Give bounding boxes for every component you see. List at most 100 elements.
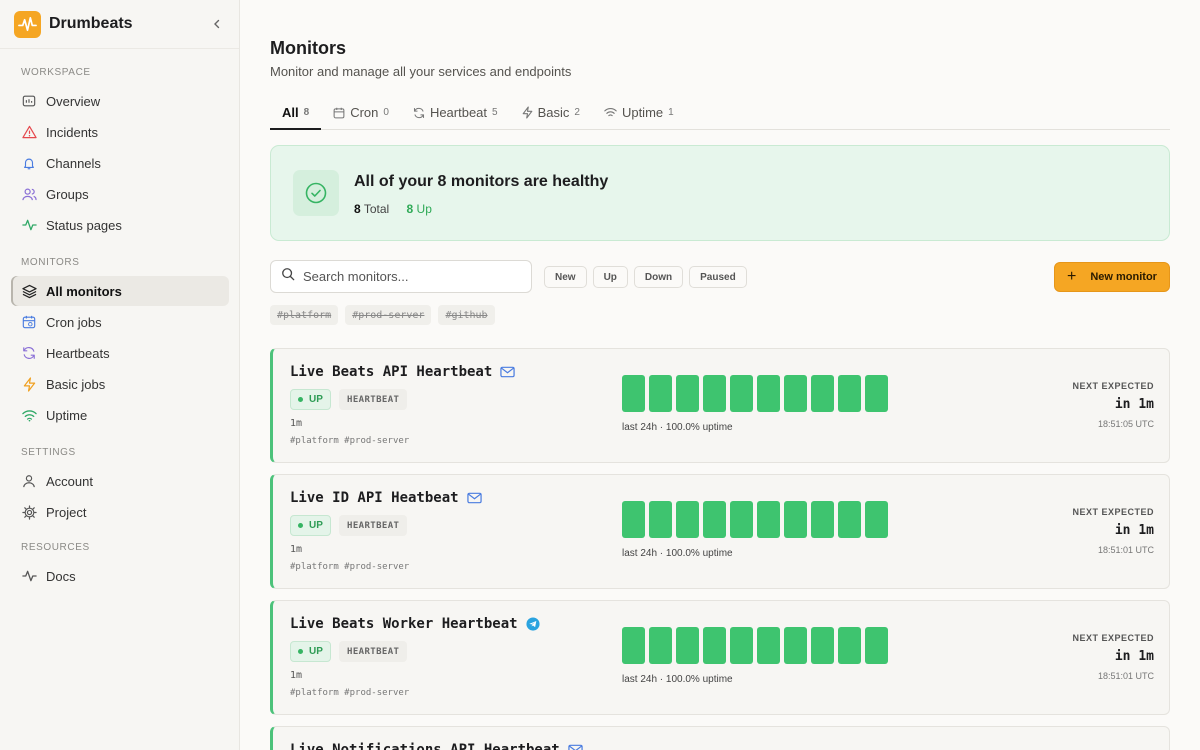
filter-down[interactable]: Down xyxy=(633,266,684,288)
uptime-bar[interactable] xyxy=(784,501,807,538)
new-monitor-button[interactable]: + New monitor xyxy=(1054,262,1170,292)
monitor-card[interactable]: Live Notifications API Heartbeat xyxy=(270,726,1170,750)
monitor-card[interactable]: Live ID API Heatbeat UP HEARTBEAT 1m #pl… xyxy=(270,474,1170,589)
uptime-bar[interactable] xyxy=(649,501,672,538)
monitor-card[interactable]: Live Beats Worker Heartbeat UP HEARTBEAT… xyxy=(270,600,1170,715)
sidebar-item-heartbeats[interactable]: Heartbeats xyxy=(11,338,229,368)
uptime-bar[interactable] xyxy=(649,627,672,664)
alert-triangle-icon xyxy=(21,124,37,140)
uptime-bar[interactable] xyxy=(784,375,807,412)
sidebar-item-account[interactable]: Account xyxy=(11,466,229,496)
next-expected-value: in 1m xyxy=(1114,523,1154,538)
layers-icon xyxy=(21,283,37,299)
sidebar-item-label: Incidents xyxy=(46,124,99,140)
sidebar-item-cron-jobs[interactable]: Cron jobs xyxy=(11,307,229,337)
sidebar-item-status-pages[interactable]: Status pages xyxy=(11,210,229,240)
uptime-bar[interactable] xyxy=(811,375,834,412)
uptime-bar[interactable] xyxy=(865,375,888,412)
calendar-icon xyxy=(21,314,37,330)
status-filters: New Up Down Paused xyxy=(544,266,747,288)
collapse-sidebar-icon[interactable] xyxy=(209,16,225,32)
search-input[interactable] xyxy=(303,269,503,284)
health-banner-title: All of your 8 monitors are healthy xyxy=(354,173,609,190)
uptime-bar[interactable] xyxy=(649,375,672,412)
mail-icon xyxy=(466,492,482,504)
filter-paused[interactable]: Paused xyxy=(689,266,747,288)
sidebar-item-label: Cron jobs xyxy=(46,314,102,330)
uptime-bar[interactable] xyxy=(703,501,726,538)
page-title: Monitors xyxy=(270,38,346,58)
tag-prod-server[interactable]: #prod-server xyxy=(345,305,432,325)
sidebar-item-docs[interactable]: Docs xyxy=(11,561,229,591)
sidebar-item-project[interactable]: Project xyxy=(11,497,229,527)
uptime-bar[interactable] xyxy=(730,501,753,538)
uptime-bar[interactable] xyxy=(622,375,645,412)
uptime-bar[interactable] xyxy=(703,627,726,664)
tab-basic[interactable]: Basic 2 xyxy=(510,96,592,129)
uptime-bar[interactable] xyxy=(757,501,780,538)
uptime-bar[interactable] xyxy=(703,375,726,412)
uptime-summary: last 24h · 100.0% uptime xyxy=(622,548,733,559)
activity-icon xyxy=(21,217,37,233)
monitor-tags: #platform #prod-server xyxy=(290,688,410,698)
sidebar-item-label: Heartbeats xyxy=(46,345,110,361)
uptime-bar[interactable] xyxy=(811,501,834,538)
tag-platform[interactable]: #platform xyxy=(270,305,339,325)
monitor-name: Live Beats Worker Heartbeat xyxy=(290,616,518,632)
tag-github[interactable]: #github xyxy=(438,305,495,325)
next-expected-value: in 1m xyxy=(1114,649,1154,664)
tab-count: 5 xyxy=(492,107,498,118)
tab-all[interactable]: All 8 xyxy=(270,96,322,130)
uptime-summary: last 24h · 100.0% uptime xyxy=(622,674,733,685)
uptime-bar[interactable] xyxy=(730,627,753,664)
sidebar-item-overview[interactable]: Overview xyxy=(11,86,229,116)
refresh-icon xyxy=(413,107,425,119)
sidebar-item-uptime[interactable]: Uptime xyxy=(11,400,229,430)
uptime-bar[interactable] xyxy=(784,627,807,664)
filter-new[interactable]: New xyxy=(544,266,587,288)
page-subtitle: Monitor and manage all your services and… xyxy=(270,64,572,79)
drumbeats-logo-icon[interactable] xyxy=(14,10,41,38)
sidebar-item-incidents[interactable]: Incidents xyxy=(11,117,229,147)
zap-icon xyxy=(21,376,37,392)
total-label: Total xyxy=(363,202,390,216)
filter-up[interactable]: Up xyxy=(592,266,628,288)
uptime-bar[interactable] xyxy=(838,501,861,538)
uptime-bar[interactable] xyxy=(865,627,888,664)
monitor-name-row: Live Notifications API Heartbeat xyxy=(290,742,583,750)
uptime-bar[interactable] xyxy=(838,375,861,412)
uptime-bar[interactable] xyxy=(676,375,699,412)
sidebar-item-basic-jobs[interactable]: Basic jobs xyxy=(11,369,229,399)
uptime-bars xyxy=(622,375,888,412)
sidebar-item-label: Docs xyxy=(46,568,76,584)
next-expected-label: NEXT EXPECTED xyxy=(1072,633,1154,643)
uptime-bar[interactable] xyxy=(676,501,699,538)
uptime-bar[interactable] xyxy=(838,627,861,664)
tab-count: 2 xyxy=(574,107,580,118)
tab-uptime[interactable]: Uptime 1 xyxy=(592,96,686,129)
uptime-bar[interactable] xyxy=(730,375,753,412)
tab-label: Cron xyxy=(350,105,379,120)
monitor-card[interactable]: Live Beats API Heartbeat UP HEARTBEAT 1m… xyxy=(270,348,1170,463)
monitor-name: Live Beats API Heartbeat xyxy=(290,364,493,380)
sidebar-item-label: Status pages xyxy=(46,217,122,233)
uptime-bar[interactable] xyxy=(865,501,888,538)
sidebar-item-groups[interactable]: Groups xyxy=(11,179,229,209)
uptime-bar[interactable] xyxy=(757,375,780,412)
uptime-bar[interactable] xyxy=(622,627,645,664)
sidebar-item-channels[interactable]: Channels xyxy=(11,148,229,178)
uptime-bar[interactable] xyxy=(622,501,645,538)
search-box[interactable] xyxy=(270,260,532,293)
tab-cron[interactable]: Cron 0 xyxy=(321,96,401,129)
tab-count: 0 xyxy=(383,107,389,118)
uptime-bar[interactable] xyxy=(811,627,834,664)
sidebar-item-all-monitors[interactable]: All monitors xyxy=(11,276,229,306)
uptime-bar[interactable] xyxy=(757,627,780,664)
monitor-name-row: Live Beats Worker Heartbeat xyxy=(290,616,540,632)
section-label-settings: SETTINGS xyxy=(21,447,76,458)
uptime-bars xyxy=(622,501,888,538)
status-dot xyxy=(298,649,303,654)
tab-heartbeat[interactable]: Heartbeat 5 xyxy=(401,96,510,129)
next-expected-time: 18:51:01 UTC xyxy=(1097,545,1154,555)
uptime-bar[interactable] xyxy=(676,627,699,664)
